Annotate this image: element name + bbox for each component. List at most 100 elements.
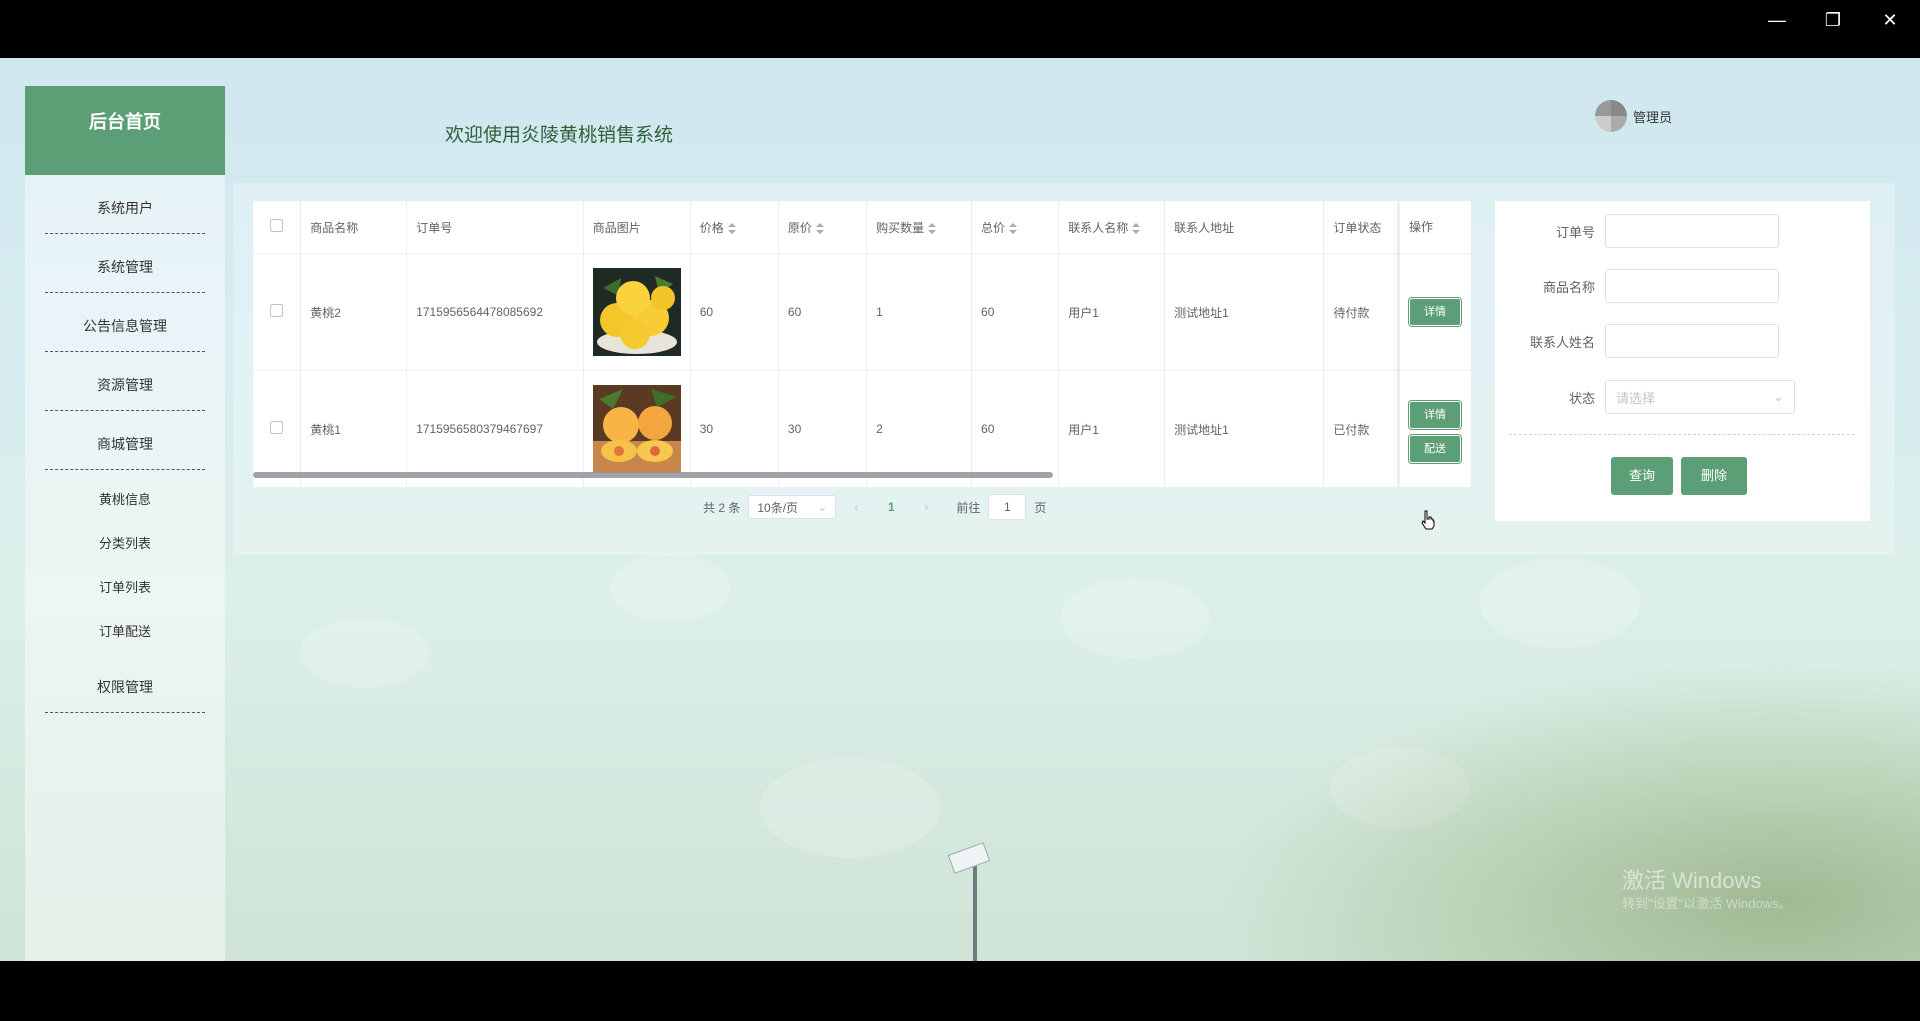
pagination: 共 2 条 10条/页 ⌄ ‹ 1 › 前往 1 页	[703, 494, 1046, 520]
sidebar-item-mall[interactable]: 商城管理	[45, 411, 205, 470]
cell-price: 30	[690, 370, 779, 487]
sort-icon[interactable]	[727, 222, 736, 234]
contact-name-row: 联系人姓名	[1495, 324, 1779, 358]
column-header: 商品名称	[300, 201, 408, 254]
background-bokeh	[760, 758, 940, 858]
column-header-total[interactable]: 总价	[971, 201, 1060, 254]
column-header-label: 购买数量	[876, 220, 925, 235]
goto-label: 前往	[956, 500, 981, 515]
row-checkbox[interactable]	[270, 304, 284, 317]
sidebar-subitem-orders[interactable]: 订单列表	[25, 566, 225, 610]
user-menu[interactable]: 管理员	[1595, 100, 1672, 132]
chevron-down-icon: ⌄	[1773, 389, 1784, 404]
search-panel: 订单号 商品名称 联系人姓名 状态 请选择 ⌄ 查询 删除	[1495, 201, 1870, 521]
cell-orig-price: 30	[778, 370, 868, 487]
cell-status: 已付款	[1323, 370, 1399, 487]
hand-cursor-icon	[1421, 510, 1435, 530]
sidebar-brand[interactable]: 后台首页	[25, 86, 225, 175]
page-title: 欢迎使用炎陵黄桃销售系统	[445, 125, 674, 146]
chevron-down-icon: ⌄	[817, 500, 828, 514]
sort-icon[interactable]	[815, 222, 824, 234]
delete-button[interactable]: 删除	[1681, 457, 1747, 495]
cell-total: 60	[971, 253, 1060, 371]
cell-orig-price: 60	[778, 253, 868, 371]
background-lamp	[947, 842, 991, 874]
yellow-peach-image[interactable]	[592, 268, 681, 356]
sidebar-subitem-peach-info[interactable]: 黄桃信息	[25, 478, 225, 522]
column-header-qty[interactable]: 购买数量	[866, 201, 973, 254]
page-unit-label: 页	[1034, 500, 1047, 515]
column-header: 商品图片	[583, 201, 691, 254]
cell-qty: 1	[866, 253, 973, 371]
current-page[interactable]: 1	[876, 495, 906, 519]
sidebar-subitem-delivery[interactable]: 订单配送	[25, 610, 225, 654]
order-no-row: 订单号	[1495, 214, 1779, 248]
product-name-row: 商品名称	[1495, 269, 1779, 303]
goto-page-input[interactable]: 1	[988, 494, 1027, 520]
sidebar-subitem-categories[interactable]: 分类列表	[25, 522, 225, 566]
column-header-actions: 操作	[1400, 201, 1471, 254]
cell-address: 测试地址1	[1164, 253, 1325, 371]
status-select[interactable]: 请选择 ⌄	[1605, 380, 1795, 414]
column-header: 联系人地址	[1164, 201, 1325, 254]
cell-qty: 2	[866, 370, 973, 487]
product-name-input[interactable]	[1605, 269, 1779, 303]
cell-contact: 用户1	[1058, 253, 1166, 371]
cell-order-no: 1715956564478085692	[406, 253, 584, 371]
status-label: 状态	[1568, 390, 1595, 406]
header: 欢迎使用炎陵黄桃销售系统 管理员	[225, 86, 1895, 176]
divider	[1509, 434, 1855, 435]
column-header-contact[interactable]: 联系人名称	[1058, 201, 1166, 254]
yellow-peach-image[interactable]	[592, 385, 681, 473]
column-header-orig-price[interactable]: 原价	[778, 201, 868, 254]
table-horizontal-scrollbar[interactable]	[253, 472, 1053, 478]
orders-table: 商品名称 订单号 商品图片 价格 原价 购买数量 总价 联系人名称 联系人地址 …	[253, 201, 1471, 487]
order-no-label: 订单号	[1555, 224, 1595, 240]
background-bokeh	[610, 553, 730, 623]
cell-order-no: 1715956580379467697	[406, 370, 584, 487]
bottom-bar	[0, 961, 1920, 1021]
sidebar-item-permissions[interactable]: 权限管理	[45, 654, 205, 713]
close-button[interactable]: ✕	[1870, 8, 1910, 32]
minimize-button[interactable]: —	[1757, 8, 1797, 32]
query-button[interactable]: 查询	[1611, 457, 1673, 495]
column-header-label: 价格	[699, 220, 724, 235]
sort-icon[interactable]	[1009, 222, 1018, 234]
pagination-total: 共 2 条	[703, 500, 741, 515]
select-all-checkbox[interactable]	[270, 219, 284, 232]
deliver-button[interactable]: 配送	[1409, 435, 1461, 463]
row-checkbox[interactable]	[270, 421, 284, 434]
order-no-input[interactable]	[1605, 214, 1779, 248]
cell-product-name: 黄桃1	[300, 370, 408, 487]
contact-name-label: 联系人姓名	[1529, 334, 1595, 350]
table-header-row: 商品名称 订单号 商品图片 价格 原价 购买数量 总价 联系人名称 联系人地址 …	[253, 201, 1471, 254]
detail-button[interactable]: 详情	[1409, 298, 1461, 326]
user-name: 管理员	[1633, 109, 1673, 125]
main-panel: 商品名称 订单号 商品图片 价格 原价 购买数量 总价 联系人名称 联系人地址 …	[233, 183, 1895, 555]
column-header: 订单状态	[1323, 201, 1399, 254]
sidebar-item-resources[interactable]: 资源管理	[45, 352, 205, 411]
prev-page-button[interactable]: ‹	[844, 495, 868, 519]
sidebar: 后台首页 系统用户 系统管理 公告信息管理 资源管理 商城管理 黄桃信息 分类列…	[25, 86, 225, 961]
status-placeholder: 请选择	[1616, 390, 1656, 406]
sort-icon[interactable]	[928, 222, 937, 234]
loading-spinner-icon	[1595, 100, 1627, 132]
detail-button[interactable]: 详情	[1409, 401, 1461, 429]
background-bokeh	[300, 618, 430, 688]
sidebar-item-announcements[interactable]: 公告信息管理	[45, 293, 205, 352]
page-size-select[interactable]: 10条/页 ⌄	[748, 495, 837, 519]
next-page-button[interactable]: ›	[914, 495, 938, 519]
column-header: 订单号	[406, 201, 584, 254]
restore-button[interactable]: ❐	[1813, 8, 1853, 32]
column-header-label: 联系人名称	[1068, 220, 1129, 235]
window-titlebar: — ❐ ✕	[0, 0, 1920, 58]
activation-watermark-sub: 转到"设置"以激活 Windows。	[1622, 896, 1792, 911]
sidebar-item-system-management[interactable]: 系统管理	[45, 234, 205, 293]
contact-name-input[interactable]	[1605, 324, 1779, 358]
column-header-price[interactable]: 价格	[690, 201, 779, 254]
activation-watermark: 激活 Windows	[1622, 868, 1762, 893]
background-lamppost	[973, 853, 977, 961]
sort-icon[interactable]	[1132, 222, 1141, 234]
sidebar-item-system-users[interactable]: 系统用户	[45, 175, 205, 234]
background-bokeh	[1060, 578, 1210, 658]
